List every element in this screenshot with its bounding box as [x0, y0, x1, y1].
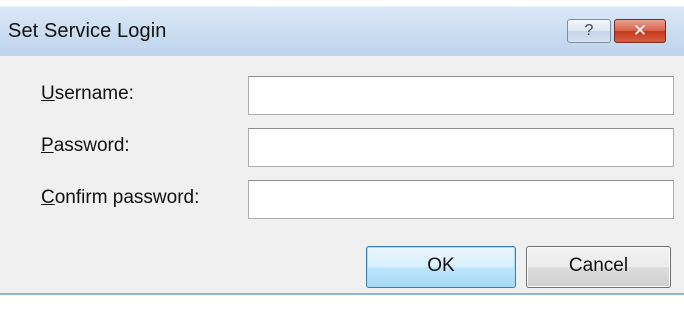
- close-button[interactable]: ✕: [614, 19, 666, 43]
- password-label-text: assword:: [53, 135, 130, 156]
- username-label-text: sername:: [54, 83, 134, 104]
- username-row: Username:: [0, 76, 684, 116]
- confirm-password-label: Confirm password:: [41, 187, 199, 209]
- window-title: Set Service Login: [8, 20, 167, 42]
- username-accelerator: U: [41, 83, 55, 104]
- confirm-password-accelerator: C: [41, 187, 55, 208]
- password-row: Password:: [0, 128, 684, 168]
- help-icon: ?: [584, 22, 594, 39]
- password-label: Password:: [41, 135, 130, 157]
- username-input[interactable]: [248, 76, 674, 115]
- dialog-window: Set Service Login ? ✕ Username: Password…: [0, 0, 684, 322]
- help-button[interactable]: ?: [567, 19, 611, 43]
- ok-button[interactable]: OK: [366, 246, 516, 288]
- confirm-password-row: Confirm password:: [0, 180, 684, 220]
- background-area: [0, 295, 684, 322]
- title-bar[interactable]: Set Service Login ? ✕: [0, 6, 684, 57]
- username-label: Username:: [41, 83, 134, 105]
- password-accelerator: P: [41, 135, 54, 156]
- cancel-button[interactable]: Cancel: [526, 246, 671, 288]
- confirm-password-label-text: onfirm password:: [54, 187, 200, 208]
- close-icon: ✕: [632, 21, 648, 40]
- password-input[interactable]: [248, 128, 674, 167]
- confirm-password-input[interactable]: [248, 180, 674, 219]
- dialog-body: Username: Password: Confirm password: OK…: [0, 56, 684, 293]
